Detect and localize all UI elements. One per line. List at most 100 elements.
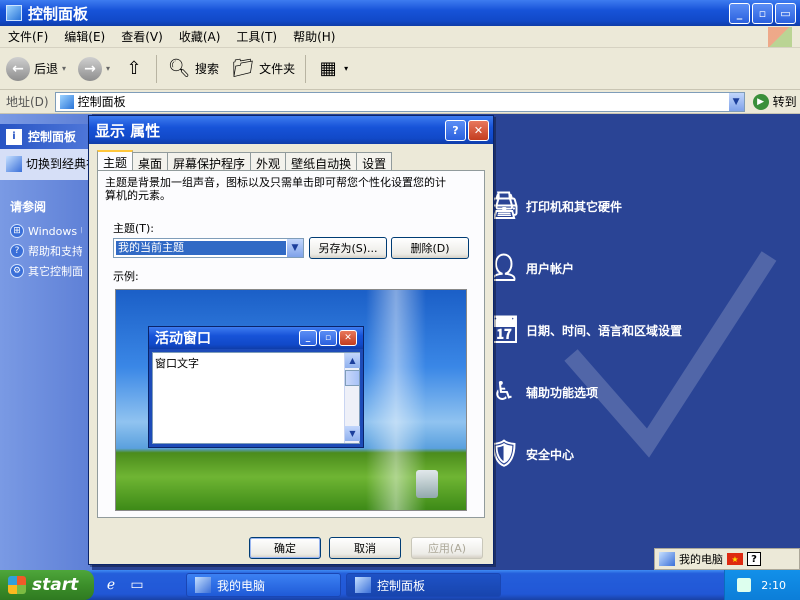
search-label: 搜索 [195,62,220,76]
sample-label: 示例: [113,270,139,283]
address-dropdown-icon[interactable]: ▼ [727,92,744,111]
category-accessibility[interactable]: ♿︎ 辅助功能选项 [490,374,598,410]
restore-button[interactable]: ▭ [775,3,796,24]
dialog-titlebar[interactable]: 显示 属性 ? ✕ [89,116,493,144]
display-properties-dialog: 显示 属性 ? ✕ 主题 桌面 屏幕保护程序 外观 壁纸自动换 设置 主题是背景… [88,115,494,565]
china-flag-icon[interactable]: ★ [727,553,743,565]
preview-maximize-icon: ▫ [319,330,337,346]
menu-tools[interactable]: 工具(T) [228,28,285,45]
tab-wallpaper-changer[interactable]: 壁纸自动换 [285,152,358,171]
theme-preview: 活动窗口 _ ▫ ✕ 窗口文字 ▲ ▼ [115,289,467,511]
task-control-panel-label: 控制面板 [377,578,426,593]
apply-button[interactable]: 应用(A) [411,537,483,559]
preview-scrollbar: ▲ ▼ [344,353,360,443]
task-control-panel[interactable]: 控制面板 [346,573,501,597]
tab-strip: 主题 桌面 屏幕保护程序 外观 壁纸自动换 设置 [97,150,393,171]
up-folder-icon: ⇧ [126,58,142,79]
other-options-link[interactable]: ⚙ 其它控制面板选项 [10,261,82,281]
address-input[interactable]: 控制面板 ▼ [54,91,745,112]
switch-view-link[interactable]: 切换到经典视图 [0,149,92,180]
start-label: start [32,575,79,595]
task-my-computer-label: 我的电脑 [217,578,266,593]
task-pane: i 控制面板 切换到经典视图 请参阅 ⊞ Windows Update ? 帮助… [0,114,92,570]
windows-update-link[interactable]: ⊞ Windows Update [10,221,82,241]
tab-screensaver[interactable]: 屏幕保护程序 [167,152,252,171]
windows-update-label: Windows Update [28,224,82,238]
folders-label: 文件夹 [259,62,296,76]
tab-themes[interactable]: 主题 [97,150,134,170]
toolbar: ← 后退 ▾ → ▾ ⇧ 🔍︎ 搜索 📁︎ 文件夹 ▦ ▾ [0,48,800,90]
category-user-accounts-label: 用户帐户 [526,261,575,276]
task-my-computer[interactable]: 我的电脑 [186,573,341,597]
back-button[interactable]: ← 后退 ▾ [0,56,72,81]
control-panel-box: i 控制面板 切换到经典视图 [0,124,92,180]
recycle-bin-icon [416,470,438,498]
delete-button[interactable]: 删除(D) [391,237,469,259]
menu-file[interactable]: 文件(F) [0,28,56,45]
menu-edit[interactable]: 编辑(E) [56,28,113,45]
tab-appearance[interactable]: 外观 [250,152,287,171]
category-user-accounts[interactable]: 👤︎ 用户帐户 [488,250,575,286]
ok-button[interactable]: 确定 [249,537,321,559]
back-arrow-icon: ← [6,56,30,81]
category-accessibility-label: 辅助功能选项 [526,385,599,400]
forward-button[interactable]: → ▾ [72,56,116,81]
network-tray-icon[interactable] [737,578,752,592]
dialog-title: 显示 属性 [95,121,161,140]
category-date-time[interactable]: 📅︎ 日期、时间、语言和区域设置 [487,312,683,348]
toolbar-separator [305,54,307,83]
background-checkmark [564,251,777,458]
save-as-button[interactable]: 另存为(S)... [309,237,387,259]
my-computer-small-icon [659,552,675,566]
control-panel-header[interactable]: i 控制面板 [0,124,92,149]
other-options-label: 其它控制面板选项 [28,265,82,278]
calendar-icon: 📅︎ [487,315,521,345]
cancel-button[interactable]: 取消 [329,537,401,559]
tab-desktop[interactable]: 桌面 [132,152,169,171]
tab-settings[interactable]: 设置 [356,152,393,171]
minimize-button[interactable]: _ [729,3,750,24]
preview-window-body: 窗口文字 ▲ ▼ [152,352,360,444]
dialog-help-button[interactable]: ? [445,120,466,141]
theme-select[interactable]: 我的当前主题 ▼ [113,238,304,258]
menu-help[interactable]: 帮助(H) [285,28,343,45]
see-also-title[interactable]: 请参阅 [0,194,92,219]
address-label: 地址(D) [6,95,49,109]
window-titlebar[interactable]: 控制面板 _ ▫ ▭ [0,0,800,26]
category-printers[interactable]: 🖨︎ 打印机和其它硬件 [487,188,623,224]
search-button[interactable]: 🔍︎ 搜索 [161,57,225,81]
preview-minimize-icon: _ [299,330,317,346]
quick-launch: ℯ ▭ [102,576,146,594]
switch-view-icon [6,155,22,172]
folders-button[interactable]: 📁︎ 文件夹 [225,57,301,81]
printer-icon: 🖨︎ [487,191,521,221]
dialog-close-button[interactable]: ✕ [468,120,489,141]
address-value: 控制面板 [77,95,126,109]
internet-explorer-icon[interactable]: ℯ [102,576,120,594]
menu-bar: 文件(F) 编辑(E) 查看(V) 收藏(A) 工具(T) 帮助(H) [0,26,800,48]
theme-dropdown-icon[interactable]: ▼ [287,239,303,257]
toolbar-separator [156,54,158,83]
shield-icon: 🛡︎ [487,439,521,469]
switch-view-label: 切换到经典视图 [26,157,92,171]
go-arrow-icon: ▶ [752,93,769,110]
clock: 2:10 [761,578,786,592]
up-folder-button[interactable]: ⇧ [116,57,152,81]
show-desktop-icon[interactable]: ▭ [128,576,146,594]
views-button[interactable]: ▦ ▾ [310,57,354,81]
start-button[interactable]: start [0,570,94,600]
my-computer-icon [195,577,211,593]
help-support-link[interactable]: ? 帮助和支持 [10,241,82,261]
language-bar-label[interactable]: 我的电脑 [679,551,723,567]
help-support-label: 帮助和支持 [28,245,82,258]
go-button[interactable]: ▶ 转到 [752,93,797,110]
menu-favorites[interactable]: 收藏(A) [171,28,229,45]
category-security-center[interactable]: 🛡︎ 安全中心 [487,436,575,472]
gear-icon: ⚙ [10,264,24,278]
menu-view[interactable]: 查看(V) [113,28,171,45]
preview-active-window: 活动窗口 _ ▫ ✕ 窗口文字 ▲ ▼ [148,326,364,448]
forward-arrow-icon: → [78,56,103,81]
help-question-icon[interactable]: ? [747,552,761,566]
maximize-button[interactable]: ▫ [752,3,773,24]
preview-window-text: 窗口文字 [155,357,199,370]
